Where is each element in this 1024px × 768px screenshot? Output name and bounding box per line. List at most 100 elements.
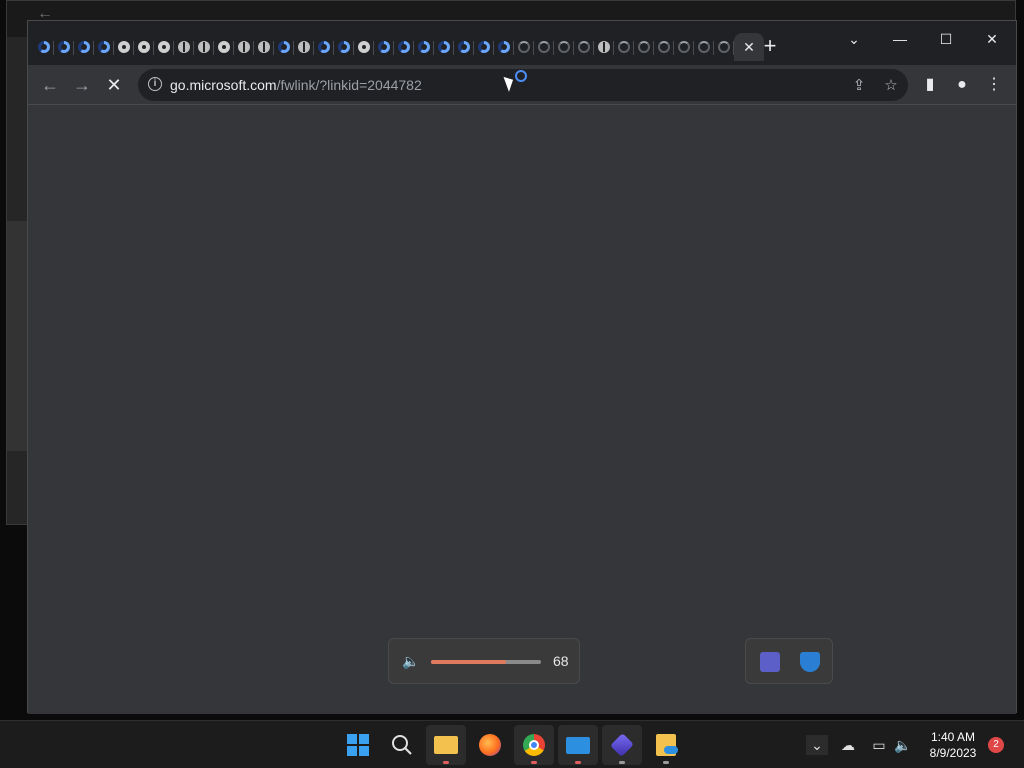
chrome-icon: [523, 734, 545, 756]
search-icon: [392, 735, 412, 755]
site-info-icon[interactable]: i: [148, 77, 162, 91]
browser-tab[interactable]: [574, 33, 594, 61]
browser-tab[interactable]: [194, 33, 214, 61]
tab-strip: ✕ + ⌄ — ☐ ✕: [28, 21, 1016, 65]
browser-tab[interactable]: [414, 33, 434, 61]
volume-flyout: 🔈 68: [388, 638, 580, 684]
browser-tab[interactable]: [54, 33, 74, 61]
dots-favicon-icon: [118, 41, 130, 53]
url-path: /fwlink/?linkid=2044782: [276, 77, 422, 93]
running-indicator: [663, 761, 669, 764]
running-indicator: [443, 761, 449, 764]
tray-overflow-flyout: [745, 638, 833, 684]
browser-tab[interactable]: [94, 33, 114, 61]
volume-slider[interactable]: [431, 660, 541, 664]
browser-tab[interactable]: [434, 33, 454, 61]
browser-tab[interactable]: [494, 33, 514, 61]
page-content-area: [28, 106, 1016, 714]
browser-tab[interactable]: [154, 33, 174, 61]
browser-tab[interactable]: [114, 33, 134, 61]
speaker-icon[interactable]: 🔈: [401, 651, 421, 671]
browser-tab[interactable]: [394, 33, 414, 61]
loading-spinner-icon: [618, 41, 630, 53]
browser-tab[interactable]: [654, 33, 674, 61]
side-panel-icon[interactable]: ▮: [918, 73, 942, 97]
edge-favicon-icon: [58, 41, 70, 53]
menu-kebab-icon[interactable]: ⋮: [982, 73, 1006, 97]
close-tab-icon[interactable]: ✕: [743, 39, 755, 56]
browser-tab[interactable]: [354, 33, 374, 61]
browser-tab[interactable]: [534, 33, 554, 61]
dots-favicon-icon: [358, 41, 370, 53]
dots-favicon-icon: [138, 41, 150, 53]
globe-favicon-icon: [198, 41, 210, 53]
windows-logo-icon: [347, 734, 369, 756]
browser-tab[interactable]: [334, 33, 354, 61]
browser-tab[interactable]: [454, 33, 474, 61]
running-indicator: [531, 761, 537, 764]
back-button[interactable]: ←: [36, 71, 64, 99]
bookmark-star-icon[interactable]: ☆: [880, 75, 902, 97]
clock-time: 1:40 AM: [930, 730, 976, 744]
onedrive-cloud-icon[interactable]: ☁: [838, 735, 858, 755]
close-window-button[interactable]: ✕: [972, 25, 1012, 53]
share-icon[interactable]: ⇪: [848, 75, 870, 97]
browser-tab[interactable]: [614, 33, 634, 61]
browser-tab[interactable]: [474, 33, 494, 61]
volume-tray-icon[interactable]: 🔈: [893, 735, 913, 755]
browser-tab[interactable]: [314, 33, 334, 61]
show-hidden-icons-chevron-icon[interactable]: ⌄: [806, 735, 828, 755]
defender-warning-icon[interactable]: [800, 652, 820, 672]
edge-favicon-icon: [458, 41, 470, 53]
mail-button[interactable]: [558, 725, 598, 765]
clipchamp-icon: [610, 733, 634, 757]
taskbar: ⌄ ☁ ▭ 🔈 1:40 AM 8/9/2023 2: [0, 720, 1024, 768]
browser-tab[interactable]: [174, 33, 194, 61]
url-text[interactable]: go.microsoft.com/fwlink/?linkid=2044782: [170, 77, 422, 93]
teams-icon[interactable]: [760, 652, 780, 672]
edge-favicon-icon: [318, 41, 330, 53]
chrome-button[interactable]: [514, 725, 554, 765]
network-icon[interactable]: ▭: [869, 735, 889, 755]
browser-tab[interactable]: [214, 33, 234, 61]
volume-value: 68: [553, 653, 569, 669]
browser-tab[interactable]: [34, 33, 54, 61]
browser-tab[interactable]: [274, 33, 294, 61]
browser-tab[interactable]: [694, 33, 714, 61]
chrome-window: ✕ + ⌄ — ☐ ✕ ← → ✕ i go.microsoft.com/fwl…: [27, 20, 1017, 714]
browser-tab[interactable]: [294, 33, 314, 61]
new-tab-button[interactable]: +: [758, 35, 782, 59]
forward-button[interactable]: →: [68, 71, 96, 99]
browser-tab[interactable]: [234, 33, 254, 61]
browser-tab[interactable]: [594, 33, 614, 61]
browser-tab[interactable]: [374, 33, 394, 61]
browser-tab[interactable]: [514, 33, 534, 61]
mail-icon: [566, 736, 590, 754]
edge-favicon-icon: [438, 41, 450, 53]
globe-favicon-icon: [258, 41, 270, 53]
profile-icon[interactable]: ●: [950, 73, 974, 97]
file-explorer-button[interactable]: [426, 725, 466, 765]
browser-tab[interactable]: [254, 33, 274, 61]
browser-tab[interactable]: [134, 33, 154, 61]
tab-search-button[interactable]: ⌄: [834, 25, 874, 53]
firefox-icon: [479, 734, 501, 756]
stop-loading-button[interactable]: ✕: [100, 71, 128, 99]
notification-badge[interactable]: 2: [988, 737, 1004, 753]
maximize-button[interactable]: ☐: [926, 25, 966, 53]
browser-tab[interactable]: [674, 33, 694, 61]
minimize-button[interactable]: —: [880, 25, 920, 53]
clock[interactable]: 1:40 AM 8/9/2023: [918, 729, 988, 761]
loading-spinner-icon: [698, 41, 710, 53]
onedrive-folder-button[interactable]: [646, 725, 686, 765]
loading-spinner-icon: [538, 41, 550, 53]
browser-tab[interactable]: [74, 33, 94, 61]
start-button[interactable]: [338, 725, 378, 765]
search-button[interactable]: [382, 725, 422, 765]
edge-favicon-icon: [498, 41, 510, 53]
clipchamp-button[interactable]: [602, 725, 642, 765]
browser-tab[interactable]: [634, 33, 654, 61]
firefox-button[interactable]: [470, 725, 510, 765]
browser-tab[interactable]: [714, 33, 734, 61]
browser-tab[interactable]: [554, 33, 574, 61]
